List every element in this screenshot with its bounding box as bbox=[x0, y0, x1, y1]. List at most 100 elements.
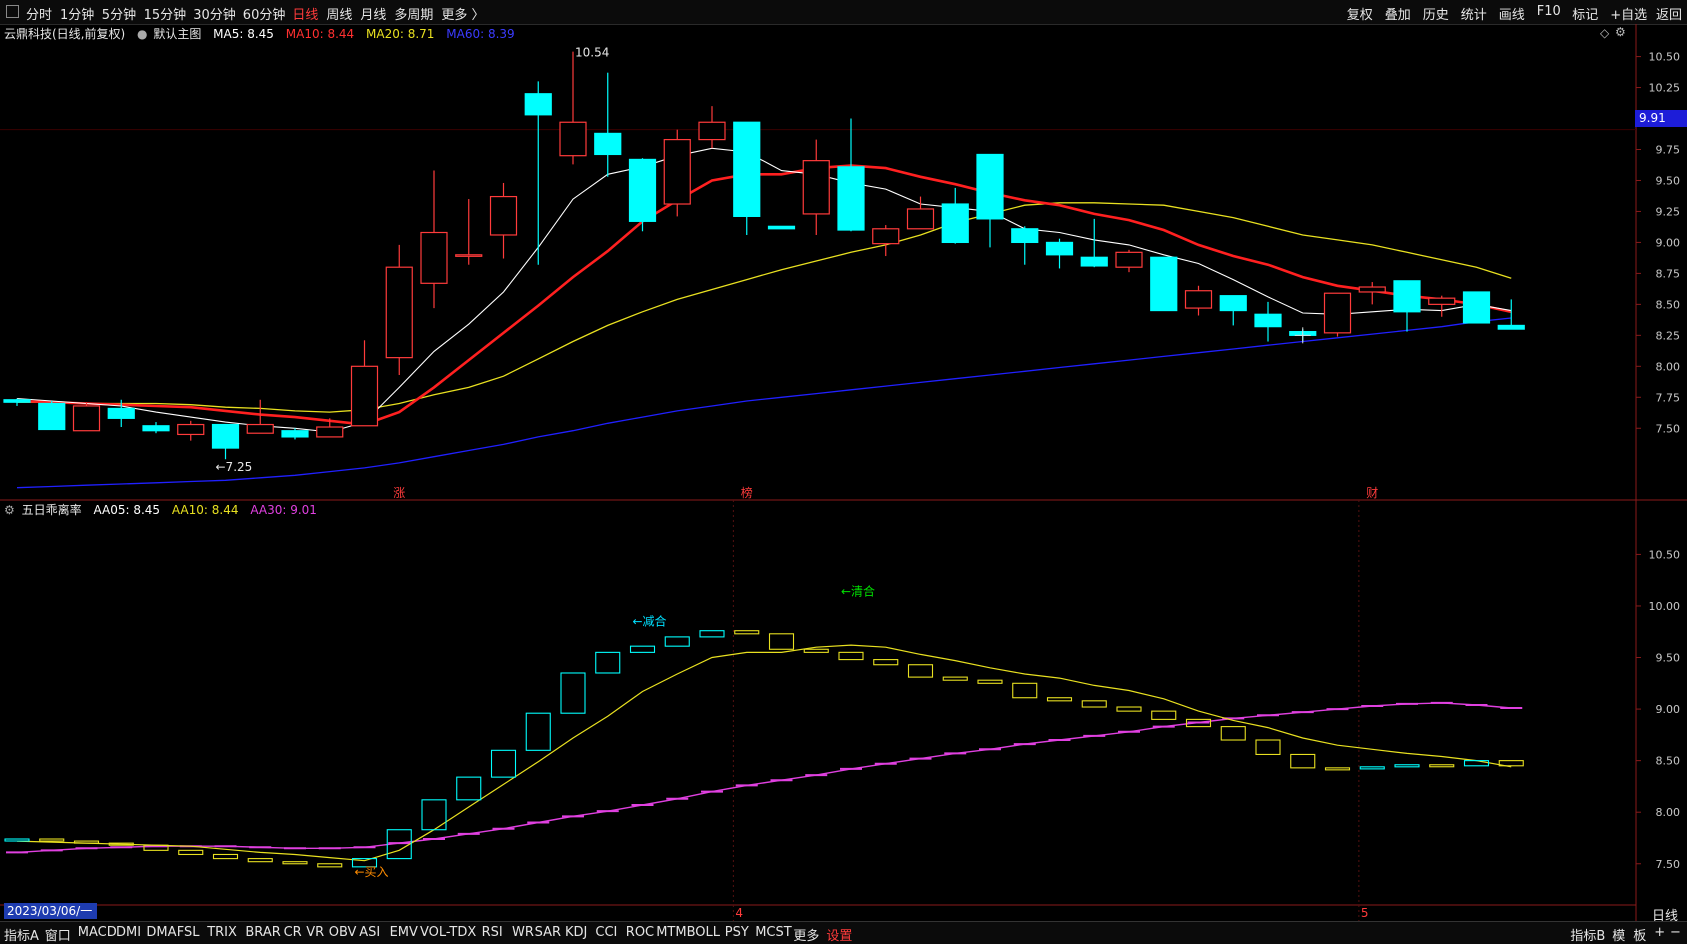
indicator-tab-10[interactable]: OBV bbox=[329, 925, 357, 940]
indicator-tab-16[interactable]: SAR bbox=[535, 925, 561, 940]
aa30-line bbox=[16, 702, 1512, 854]
indicator-tab-18[interactable]: CCI bbox=[595, 925, 617, 940]
candle-body-40 bbox=[1393, 280, 1421, 313]
indicator-tab-9[interactable]: VR bbox=[306, 925, 324, 940]
indicator-tab-17[interactable]: KDJ bbox=[565, 925, 587, 940]
indicator-tab-6[interactable]: TRIX bbox=[207, 925, 237, 940]
aa05-box-18 bbox=[629, 645, 656, 653]
candle-body-17 bbox=[594, 132, 622, 156]
sub-ytick-label-3: 9.00 bbox=[1656, 703, 1681, 716]
candle-body-36 bbox=[1254, 313, 1282, 328]
aa05-box-31 bbox=[1081, 700, 1107, 708]
main-ytick-label-11: 7.75 bbox=[1656, 391, 1681, 404]
aa05-box-30 bbox=[1046, 697, 1073, 702]
month-label-4: 4 bbox=[735, 906, 743, 920]
candle-body-8 bbox=[281, 430, 309, 438]
candle-body-43 bbox=[1497, 324, 1525, 330]
candle-body-0 bbox=[3, 399, 31, 403]
main-ytick-label-9: 8.25 bbox=[1656, 329, 1681, 342]
crosshair-date-label: 2023/03/06/一 bbox=[4, 903, 97, 919]
candle-body-25 bbox=[872, 228, 900, 245]
aa05-box-29 bbox=[1012, 682, 1038, 699]
aa05-box-28 bbox=[977, 679, 1003, 684]
bottom-right-button-2[interactable]: 板 bbox=[1633, 925, 1646, 944]
aa05-box-25 bbox=[873, 659, 899, 666]
bottom-right-button-4[interactable]: − bbox=[1670, 925, 1681, 940]
aa05-box-1 bbox=[39, 838, 65, 842]
candle-body-1 bbox=[38, 402, 66, 431]
aa05-box-5 bbox=[178, 849, 204, 856]
indicator-tab-5[interactable]: FSL bbox=[177, 925, 200, 940]
candle-body-34 bbox=[1184, 290, 1213, 309]
main-ytick-label-8: 8.50 bbox=[1656, 298, 1681, 311]
indicator-tab-19[interactable]: ROC bbox=[626, 925, 654, 940]
candle-body-10 bbox=[350, 365, 379, 427]
candle-body-12 bbox=[420, 231, 448, 284]
main-ytick-label-5: 9.25 bbox=[1656, 205, 1681, 218]
candle-body-21 bbox=[733, 121, 761, 218]
aa05-box-21 bbox=[734, 630, 760, 635]
indicator-tab-14[interactable]: RSI bbox=[482, 925, 503, 940]
signal-label-1: ←减合 bbox=[633, 613, 667, 628]
aa05-box-37 bbox=[1290, 753, 1316, 769]
indicator-tab-12[interactable]: EMV bbox=[390, 925, 418, 940]
ma20-line bbox=[17, 202, 1512, 413]
indicator-tab-13[interactable]: VOL-TDX bbox=[420, 925, 476, 940]
main-ytick-label-4: 9.50 bbox=[1656, 174, 1681, 187]
aa05-box-8 bbox=[282, 861, 308, 865]
aa05-box-24 bbox=[838, 651, 864, 661]
indicator-tab-23[interactable]: MCST bbox=[755, 925, 792, 940]
candle-body-7 bbox=[246, 423, 274, 434]
price-annotation-0: 10.54 bbox=[575, 46, 609, 60]
indicator-tab-21[interactable]: BOLL bbox=[687, 925, 720, 940]
bottom-right-button-3[interactable]: + bbox=[1654, 925, 1665, 940]
candle-body-15 bbox=[524, 93, 552, 116]
bottom-right-button-0[interactable]: 指标B bbox=[1570, 925, 1605, 944]
indicator-tab-7[interactable]: BRAR bbox=[245, 925, 280, 940]
candle-body-35 bbox=[1219, 295, 1247, 312]
indicator-tab-11[interactable]: ASI bbox=[359, 925, 380, 940]
sub-ytick-label-1: 10.00 bbox=[1649, 600, 1681, 613]
indicator-tab-25[interactable]: 设置 bbox=[826, 925, 852, 944]
indicator-tab-8[interactable]: CR bbox=[284, 925, 302, 940]
event-mark-1: 榜 bbox=[741, 485, 753, 500]
aa05-box-35 bbox=[1220, 726, 1246, 741]
candle-body-2 bbox=[72, 405, 101, 432]
candle-body-29 bbox=[1011, 228, 1039, 244]
indicator-tab-1[interactable]: 窗口 bbox=[45, 925, 71, 944]
sub-ytick-label-6: 7.50 bbox=[1656, 858, 1681, 871]
main-ytick-label-12: 7.50 bbox=[1656, 422, 1681, 435]
aa05-box-26 bbox=[907, 664, 934, 678]
indicator-tab-22[interactable]: PSY bbox=[725, 925, 749, 940]
candle-body-23 bbox=[802, 160, 830, 215]
aa05-line bbox=[16, 630, 1512, 867]
candle-body-14 bbox=[489, 195, 518, 236]
candle-body-13 bbox=[455, 254, 483, 257]
indicator-tab-3[interactable]: DMI bbox=[116, 925, 141, 940]
candle-body-9 bbox=[316, 426, 344, 438]
indicator-tab-15[interactable]: WR bbox=[512, 925, 534, 940]
aa05-box-36 bbox=[1255, 739, 1281, 755]
main-ytick-label-0: 10.50 bbox=[1649, 51, 1681, 64]
indicator-tab-0[interactable]: 指标A bbox=[4, 925, 39, 944]
candle-body-30 bbox=[1045, 241, 1074, 256]
aa05-box-39 bbox=[1359, 766, 1385, 770]
main-ytick-label-7: 8.75 bbox=[1656, 267, 1681, 280]
bottom-right-button-1[interactable]: 模 bbox=[1612, 925, 1625, 944]
candle-body-32 bbox=[1115, 251, 1143, 268]
candle-body-31 bbox=[1080, 256, 1108, 267]
current-price-label: 9.91 bbox=[1635, 110, 1687, 127]
stock-chart[interactable]: 4 5 10.50 10.25 10.00 9.75 9.50 9.25 9.00 8.75 8.5… bbox=[0, 0, 1687, 943]
aa05-box-0 bbox=[4, 838, 30, 842]
indicator-tab-20[interactable]: MTM bbox=[656, 925, 686, 940]
candle-body-20 bbox=[698, 121, 726, 141]
indicator-tab-2[interactable]: MACD bbox=[78, 925, 117, 940]
indicator-tab-4[interactable]: DMA bbox=[146, 925, 176, 940]
candle-body-42 bbox=[1462, 291, 1491, 324]
aa05-box-19 bbox=[664, 636, 690, 647]
candle-body-27 bbox=[941, 203, 969, 244]
candle-body-16 bbox=[559, 121, 587, 157]
aa10-line bbox=[16, 644, 1512, 862]
candle-body-41 bbox=[1428, 297, 1456, 305]
indicator-tab-24[interactable]: 更多 bbox=[793, 925, 819, 944]
